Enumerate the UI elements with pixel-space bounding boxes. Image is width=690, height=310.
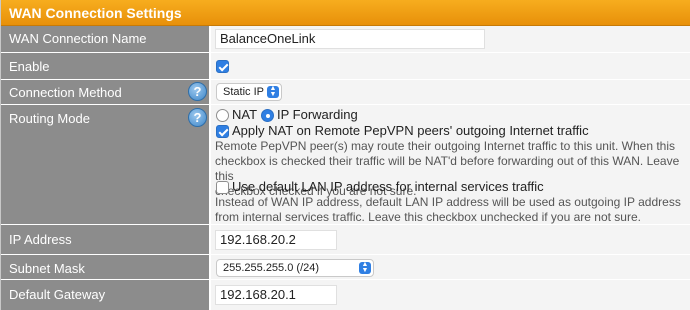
- apply-nat-label: Apply NAT on Remote PepVPN peers' outgoi…: [232, 123, 589, 138]
- ip-forwarding-radio-label: IP Forwarding: [277, 107, 358, 122]
- enable-label: Enable: [9, 59, 50, 74]
- row-subnet-mask: Subnet Mask 255.255.255.0 (/24) ▲ ▼: [1, 255, 690, 280]
- row-default-gateway: Default Gateway 192.168.20.1: [1, 280, 690, 310]
- enable-checkbox[interactable]: [216, 60, 229, 73]
- connection-method-value: Static IP: [223, 86, 264, 98]
- section-title: WAN Connection Settings: [9, 5, 182, 21]
- nat-radio-label: NAT: [232, 107, 258, 122]
- ip-address-label: IP Address: [9, 232, 72, 247]
- row-enable: Enable: [1, 53, 690, 80]
- connection-method-select[interactable]: Static IP ▲ ▼: [216, 83, 282, 101]
- row-connection-method: Connection Method ? Static IP ▲ ▼: [1, 80, 690, 105]
- help-icon[interactable]: ?: [188, 108, 207, 127]
- row-wan-connection-name: WAN Connection Name BalanceOneLink: [1, 26, 690, 53]
- select-arrows-icon: ▲ ▼: [359, 261, 371, 274]
- apply-nat-checkbox[interactable]: [216, 125, 229, 138]
- wan-name-input[interactable]: BalanceOneLink: [215, 29, 485, 49]
- subnet-mask-select[interactable]: 255.255.255.0 (/24) ▲ ▼: [216, 259, 374, 277]
- ip-forwarding-radio[interactable]: [261, 109, 274, 122]
- select-arrows-icon: ▲ ▼: [267, 85, 279, 98]
- nat-radio[interactable]: [216, 109, 229, 122]
- subnet-mask-value: 255.255.255.0 (/24): [223, 262, 320, 274]
- ip-address-input[interactable]: 192.168.20.2: [215, 230, 337, 250]
- row-ip-address: IP Address 192.168.20.2: [1, 225, 690, 255]
- default-gateway-label: Default Gateway: [9, 287, 106, 302]
- routing-mode-label: Routing Mode: [9, 111, 90, 126]
- default-lan-label: Use default LAN IP address for internal …: [232, 179, 544, 194]
- subnet-mask-label: Subnet Mask: [9, 261, 85, 276]
- default-lan-checkbox[interactable]: [216, 181, 229, 194]
- wan-name-label: WAN Connection Name: [9, 31, 147, 46]
- help-icon[interactable]: ?: [188, 82, 207, 101]
- wan-settings-panel: WAN Connection Settings WAN Connection N…: [0, 0, 690, 310]
- section-header: WAN Connection Settings: [1, 0, 690, 26]
- default-gateway-input[interactable]: 192.168.20.1: [215, 285, 337, 305]
- default-lan-description: Instead of WAN IP address, default LAN I…: [215, 195, 681, 224]
- connection-method-label: Connection Method: [9, 85, 122, 100]
- row-routing-mode: Routing Mode ? NAT IP Forwarding Apply N…: [1, 105, 690, 225]
